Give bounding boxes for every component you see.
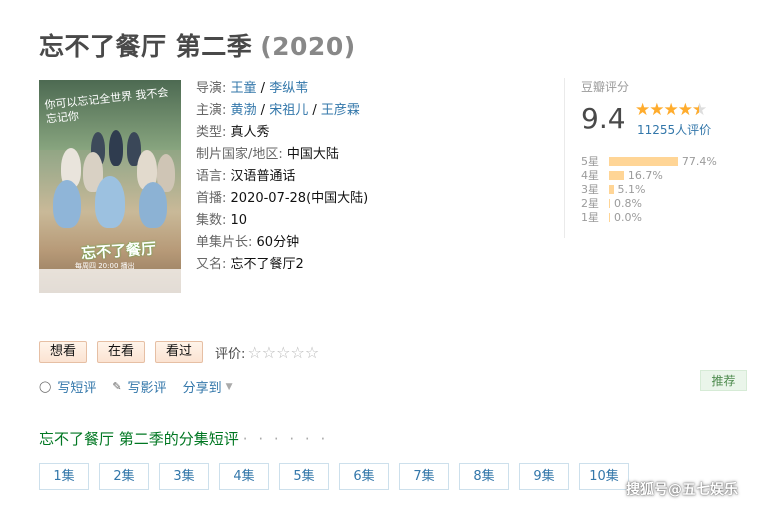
episode-tab[interactable]: 8集: [459, 463, 509, 490]
cast-link[interactable]: 王彦霖: [321, 103, 360, 118]
poster-bottom-bar: [39, 269, 181, 293]
review-label: 写影评: [127, 381, 167, 396]
rating-bar-percent: 16.7%: [627, 168, 663, 182]
short-review-link[interactable]: ◯ 写短评: [39, 377, 96, 396]
rating-bar: [609, 170, 624, 180]
episode-tab[interactable]: 10集: [579, 463, 629, 490]
info-premiere-row: 首播: 2020-07-28(中国大陆): [196, 188, 368, 210]
cast-link[interactable]: 黄渤: [231, 103, 257, 118]
episode-tab[interactable]: 4集: [219, 463, 269, 490]
short-review-label: 写短评: [57, 381, 97, 396]
rating-bar: [609, 198, 610, 208]
rating-bar-row: 1星 0.0%: [581, 210, 717, 225]
share-link[interactable]: 分享到 ▼: [183, 377, 233, 396]
watched-button[interactable]: 看过: [155, 341, 204, 363]
aka-label: 又名:: [196, 257, 227, 272]
section-title-dots: · · · · · ·: [242, 430, 329, 448]
rating-bar: [609, 156, 678, 166]
poster-figure: [139, 182, 167, 228]
episode-tab[interactable]: 2集: [99, 463, 149, 490]
pencil-icon: ✎: [112, 380, 122, 393]
rating-label: 豆瓣评分: [581, 80, 630, 94]
language-label: 语言:: [196, 169, 227, 184]
country-label: 制片国家/地区:: [196, 147, 283, 162]
rating-stars-icon: ★★★★★: [635, 100, 707, 120]
separator: /: [256, 81, 270, 96]
info-country-row: 制片国家/地区: 中国大陆: [196, 144, 368, 166]
rating-bar-percent: 5.1%: [617, 182, 646, 196]
episode-tabs: 1集 2集 3集 4集 5集 6集 7集 8集 9集 10集: [39, 463, 639, 490]
language-value: 汉语普通话: [230, 169, 296, 184]
genre-value: 真人秀: [230, 125, 270, 140]
episode-tab[interactable]: 3集: [159, 463, 209, 490]
premiere-label: 首播:: [196, 191, 227, 206]
title-text: 忘不了餐厅 第二季: [39, 32, 253, 61]
poster-figure: [109, 130, 123, 166]
poster-logo: 忘不了餐厅: [80, 239, 157, 263]
rate-stars-icon[interactable]: ☆☆☆☆☆: [247, 343, 319, 362]
rate-label: 评价:: [215, 346, 246, 362]
rating-bar-percent: 0.0%: [614, 210, 642, 224]
info-episodes-row: 集数: 10: [196, 210, 368, 232]
rating-bar-percent: 0.8%: [614, 196, 642, 210]
episode-tab[interactable]: 7集: [399, 463, 449, 490]
rating-panel: 豆瓣评分 9.4 ★★★★★ 11255人评价 5星77.4%4星16.7%3星…: [564, 78, 734, 238]
info-language-row: 语言: 汉语普通话: [196, 166, 368, 188]
want-to-watch-button[interactable]: 想看: [39, 341, 88, 363]
poster-figure: [95, 176, 125, 228]
episodes-value: 10: [230, 213, 248, 228]
poster-image[interactable]: 你可以忘记全世界 我不会忘记你 忘不了餐厅 每周四 20:00 播出: [39, 80, 181, 293]
rating-bar-row: 4星 16.7%: [581, 168, 717, 183]
info-director-row: 导演: 王童 / 李纵苇: [196, 78, 368, 100]
separator: /: [308, 103, 321, 118]
cast-link[interactable]: 宋祖儿: [269, 103, 308, 118]
section-title-text: 忘不了餐厅 第二季的分集短评: [39, 430, 239, 448]
info-aka-row: 又名: 忘不了餐厅2: [196, 254, 368, 276]
episode-tab[interactable]: 5集: [279, 463, 329, 490]
rating-bar: [609, 212, 610, 222]
rating-bar: [609, 184, 614, 194]
recommend-button[interactable]: 推荐: [700, 370, 747, 391]
link-bar: ◯ 写短评 ✎ 写影评 分享到 ▼: [39, 377, 249, 396]
rating-bar-percent: 77.4%: [681, 154, 717, 168]
title-year: (2020): [260, 32, 356, 61]
section-title: 忘不了餐厅 第二季的分集短评 · · · · · ·: [39, 428, 328, 449]
separator: /: [256, 103, 270, 118]
rating-bar-row: 3星 5.1%: [581, 182, 717, 197]
page-title: 忘不了餐厅 第二季 (2020): [39, 27, 356, 63]
aka-value: 忘不了餐厅2: [230, 257, 304, 272]
episodes-label: 集数:: [196, 213, 227, 228]
episode-tab[interactable]: 9集: [519, 463, 569, 490]
premiere-value: 2020-07-28(中国大陆): [230, 191, 369, 206]
info-cast-row: 主演: 黄渤 / 宋祖儿 / 王彦霖: [196, 100, 368, 122]
rating-score: 9.4: [581, 102, 626, 135]
runtime-value: 60分钟: [256, 235, 300, 250]
country-value: 中国大陆: [286, 147, 339, 162]
comment-icon: ◯: [39, 380, 52, 393]
watching-button[interactable]: 在看: [97, 341, 146, 363]
poster-figure: [53, 180, 81, 228]
genre-label: 类型:: [196, 125, 227, 140]
rating-count-link[interactable]: 11255人评价: [637, 121, 711, 138]
rating-bar-row: 5星 77.4%: [581, 154, 717, 169]
share-label: 分享到: [182, 381, 222, 396]
episode-tab[interactable]: 1集: [39, 463, 89, 490]
info-panel: 导演: 王童 / 李纵苇 主演: 黄渤 / 宋祖儿 / 王彦霖 类型: 真人秀 …: [196, 78, 368, 276]
director-link[interactable]: 王童: [231, 81, 257, 96]
rating-bar-label: 1星: [581, 211, 599, 224]
episode-tab[interactable]: 6集: [339, 463, 389, 490]
rating-bar-row: 2星 0.8%: [581, 196, 717, 211]
chevron-down-icon: ▼: [225, 381, 233, 392]
cast-label: 主演:: [196, 103, 227, 118]
runtime-label: 单集片长:: [196, 235, 253, 250]
info-genre-row: 类型: 真人秀: [196, 122, 368, 144]
action-bar: 想看 在看 看过 评价: ☆☆☆☆☆: [39, 341, 319, 363]
director-link[interactable]: 李纵苇: [269, 81, 308, 96]
director-label: 导演:: [196, 81, 227, 96]
review-link[interactable]: ✎ 写影评: [112, 377, 166, 396]
info-runtime-row: 单集片长: 60分钟: [196, 232, 368, 254]
watermark: 搜狐号@五七娱乐: [626, 482, 738, 498]
rating-distribution: 5星 77.4% 4星 16.7% 3星 5.1% 2星 0.8% 1星 0.0%: [581, 154, 717, 225]
